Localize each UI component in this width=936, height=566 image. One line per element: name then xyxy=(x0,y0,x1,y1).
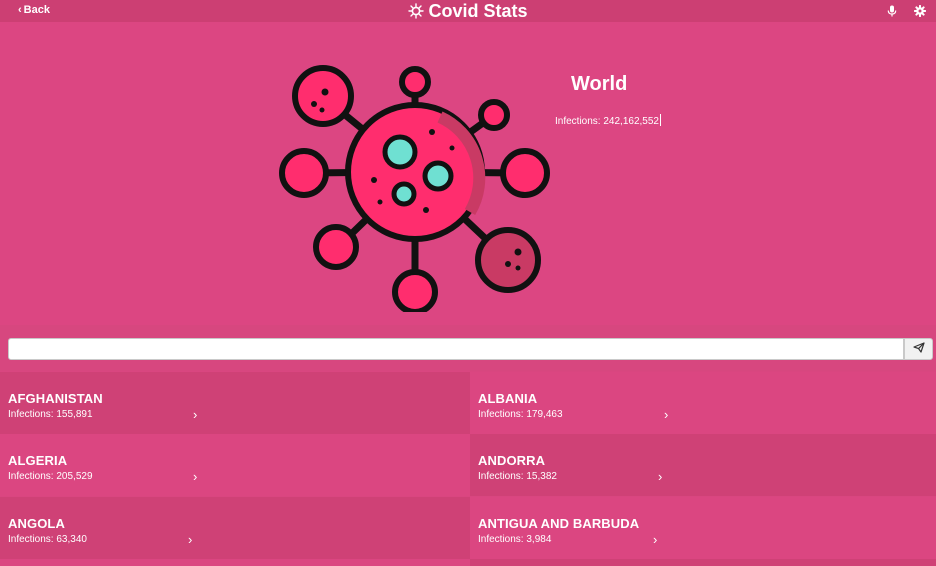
chevron-right-icon: › xyxy=(653,532,658,547)
world-infections-text: Infections: 242,162,552 xyxy=(555,116,659,127)
country-infections: Infections: 205,529 xyxy=(8,471,93,482)
top-bar: ‹ Back Covid Stats xyxy=(0,0,936,22)
send-button[interactable] xyxy=(904,338,933,360)
country-card-afghanistan[interactable]: AFGHANISTAN Infections: 155,891 › xyxy=(0,372,470,434)
country-card-algeria[interactable]: ALGERIA Infections: 205,529 › xyxy=(0,434,470,496)
chevron-right-icon: › xyxy=(193,469,198,484)
country-infections: Infections: 179,463 xyxy=(478,409,563,420)
virus-illustration-icon xyxy=(270,52,560,317)
microphone-icon[interactable] xyxy=(887,4,897,22)
country-infections: Infections: 3,984 xyxy=(478,534,552,545)
app-title-text: Covid Stats xyxy=(428,1,528,21)
country-name: AFGHANISTAN xyxy=(8,391,103,406)
send-icon xyxy=(912,340,925,358)
next-row-edge xyxy=(0,559,470,566)
chevron-right-icon: › xyxy=(188,532,193,547)
country-search-input[interactable] xyxy=(8,338,904,360)
country-name: ANDORRA xyxy=(478,453,546,468)
chevron-right-icon: › xyxy=(658,469,663,484)
next-row-edge xyxy=(470,559,936,566)
country-infections: Infections: 155,891 xyxy=(8,409,93,420)
country-name: ANGOLA xyxy=(8,516,65,531)
country-card-angola[interactable]: ANGOLA Infections: 63,340 › xyxy=(0,497,470,559)
world-summary-panel: World Infections: 242,162,552 xyxy=(0,22,936,325)
gear-icon[interactable] xyxy=(914,4,926,22)
country-name: ALBANIA xyxy=(478,391,538,406)
world-infections: Infections: 242,162,552 xyxy=(555,114,661,127)
country-name: ALGERIA xyxy=(8,453,68,468)
app-title: Covid Stats xyxy=(0,1,936,23)
world-title: World xyxy=(571,73,628,95)
chevron-right-icon: › xyxy=(193,407,198,422)
chevron-right-icon: › xyxy=(664,407,669,422)
text-cursor xyxy=(659,114,661,126)
country-infections: Infections: 15,382 xyxy=(478,471,557,482)
virus-logo-icon xyxy=(408,3,425,23)
country-infections: Infections: 63,340 xyxy=(8,534,87,545)
country-name: ANTIGUA AND BARBUDA xyxy=(478,516,640,531)
country-card-andorra[interactable]: ANDORRA Infections: 15,382 › xyxy=(470,434,936,496)
country-card-albania[interactable]: ALBANIA Infections: 179,463 › xyxy=(470,372,936,434)
country-card-antigua-and-barbuda[interactable]: ANTIGUA AND BARBUDA Infections: 3,984 › xyxy=(470,497,936,559)
